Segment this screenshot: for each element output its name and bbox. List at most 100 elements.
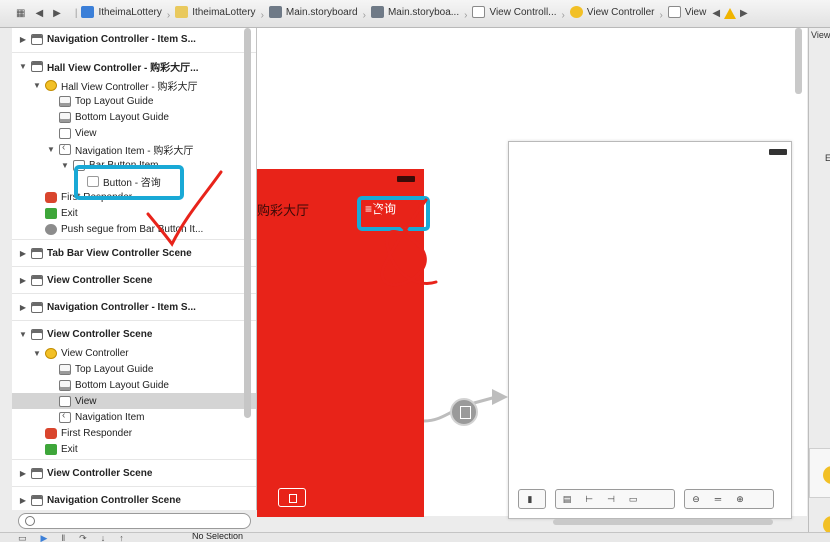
outline-row[interactable]: ▼ Navigation Item - 购彩大厅 [12, 141, 256, 157]
breakpoints-icon[interactable]: ▶ [41, 533, 48, 542]
outline-row[interactable]: ▶ Tab Bar View Controller Scene [12, 242, 256, 264]
outline-row[interactable]: Push segue from Bar Button It... [12, 221, 256, 237]
outline-scroll-thumb[interactable] [244, 28, 251, 418]
outline-row[interactable]: View [12, 125, 256, 141]
view-controller-scene[interactable] [508, 141, 792, 519]
outline-row[interactable]: ▼ Hall View Controller - 购彩大厅... [12, 55, 256, 77]
scene-icon [31, 274, 43, 286]
disclosure-collapsed-icon[interactable]: ▶ [18, 303, 28, 312]
outline-row[interactable]: Bottom Layout Guide [12, 109, 256, 125]
jump-bar-divider: | [74, 8, 78, 19]
library-object-icon[interactable] [823, 516, 830, 532]
outline-row-label: View Controller Scene [47, 467, 153, 479]
outline-row[interactable]: ▼ Bar Button Item [12, 157, 256, 173]
inspector-title: View [811, 30, 830, 40]
canvas-horizontal-scrollbar[interactable] [553, 519, 773, 525]
navigation-item-icon [59, 410, 71, 423]
outline-row[interactable]: ▶ Navigation Controller - Item S... [12, 296, 256, 318]
zoom-in-icon[interactable]: ⊕ [729, 494, 751, 505]
back-arrow-icon[interactable]: ◀ [35, 8, 43, 19]
pin-icon[interactable]: ⊢ [578, 494, 600, 505]
nav-title: 购彩大厅 [257, 203, 310, 218]
outline-scrollbar[interactable] [243, 28, 253, 418]
disclosure-collapsed-icon[interactable]: ▶ [18, 496, 28, 505]
scene-dock-icon[interactable] [278, 488, 306, 507]
previous-issue-icon[interactable]: ◀ [712, 8, 720, 19]
disclosure-expanded-icon[interactable]: ▼ [32, 81, 42, 90]
outline-row[interactable]: First Responder [12, 425, 256, 441]
view-controller-icon [45, 79, 57, 91]
canvas-vertical-scrollbar[interactable] [795, 28, 802, 94]
outline-row-label: Exit [61, 207, 78, 219]
outline-row[interactable]: ▼ View Controller Scene [12, 323, 256, 345]
disclosure-collapsed-icon[interactable]: ▶ [18, 35, 28, 44]
outline-row[interactable]: ▶ Navigation Controller - Item S... [12, 28, 256, 50]
breadcrumb-separator: › [260, 10, 264, 21]
related-items-icon[interactable]: ▦ [16, 8, 25, 19]
outline-row-label: View Controller Scene [47, 274, 153, 286]
align-icon[interactable]: ▤ [556, 494, 578, 505]
breadcrumb-separator: › [464, 10, 468, 21]
next-issue-icon[interactable]: ▶ [740, 8, 748, 19]
breadcrumb-item[interactable]: View [667, 6, 706, 18]
breadcrumb-item[interactable]: Main.storyboa... [370, 6, 459, 18]
resizing-icon[interactable]: ▭ [622, 494, 644, 505]
disclosure-collapsed-icon[interactable]: ▶ [18, 249, 28, 258]
outline-row[interactable]: ▼ View Controller [12, 345, 256, 361]
step-over-icon[interactable]: ↷ [79, 533, 87, 542]
consult-bar-button[interactable]: ≡咨询 [365, 200, 396, 217]
disclosure-collapsed-icon[interactable]: ▶ [18, 469, 28, 478]
zoom-fit-icon[interactable]: ═ [707, 494, 729, 504]
outline-row[interactable]: View [12, 393, 256, 409]
hall-view-controller-scene[interactable]: 购彩大厅 ≡咨询 [257, 169, 424, 517]
simulated-metrics-icon[interactable]: ▮ [519, 494, 541, 505]
breadcrumb-item[interactable]: ItheimaLottery [81, 6, 162, 18]
outline-row[interactable]: Exit [12, 205, 256, 221]
step-in-icon[interactable]: ↓ [101, 533, 106, 542]
outline-row[interactable]: Navigation Item [12, 409, 256, 425]
scene-icon [31, 467, 43, 479]
outline-row[interactable]: Top Layout Guide [12, 93, 256, 109]
outline-row-label: Navigation Item [75, 411, 145, 423]
project-icon [81, 6, 95, 18]
disclosure-expanded-icon[interactable]: ▼ [18, 330, 28, 339]
pause-icon[interactable]: ‖ [61, 533, 65, 542]
breadcrumb-item[interactable]: ItheimaLottery [175, 6, 256, 18]
zoom-out-icon[interactable]: ⊖ [685, 494, 707, 505]
outline-row[interactable]: ▶ Navigation Controller Scene [12, 489, 256, 511]
jump-bar-right-controls: ◀ ▶ [712, 8, 748, 19]
warning-icon[interactable] [724, 8, 737, 19]
show-navigator-icon[interactable]: ▭ [18, 533, 27, 542]
scene-icon [31, 247, 43, 259]
breadcrumb-item[interactable]: Main.storyboard [268, 6, 358, 18]
outline-row[interactable]: Bottom Layout Guide [12, 377, 256, 393]
scene-divider [12, 266, 256, 267]
outline-row[interactable]: ▶ View Controller Scene [12, 462, 256, 484]
disclosure-collapsed-icon[interactable]: ▶ [18, 276, 28, 285]
outline-row[interactable]: ▼ Hall View Controller - 购彩大厅 [12, 77, 256, 93]
scene-divider [12, 293, 256, 294]
breadcrumb-item[interactable]: View Controller [569, 6, 655, 18]
forward-arrow-icon[interactable]: ▶ [53, 8, 61, 19]
disclosure-expanded-icon[interactable]: ▼ [32, 349, 42, 358]
outline-row[interactable]: ▶ View Controller Scene [12, 269, 256, 291]
resolve-icon[interactable]: ⊣ [600, 494, 622, 505]
disclosure-expanded-icon[interactable]: ▼ [18, 62, 28, 71]
breadcrumb-label: ItheimaLottery [98, 6, 162, 18]
segue-icon[interactable] [450, 398, 478, 426]
view-controller-icon [45, 347, 57, 359]
breadcrumb-item[interactable]: View Controll... [472, 6, 557, 18]
status-bar: ▭ ▶ ‖ ↷ ↓ ↑ No Selection [0, 532, 830, 542]
outline-row[interactable]: First Responder [12, 189, 256, 205]
disclosure-expanded-icon[interactable]: ▼ [46, 145, 56, 154]
outline-filter-field[interactable] [18, 513, 251, 529]
battery-icon [397, 176, 415, 182]
outline-filter-bar [12, 510, 257, 532]
breadcrumb-label: Main.storyboard [285, 6, 358, 18]
disclosure-expanded-icon[interactable]: ▼ [60, 161, 70, 170]
outline-row[interactable]: Exit [12, 441, 256, 457]
outline-row[interactable]: Top Layout Guide [12, 361, 256, 377]
view-icon [667, 6, 681, 18]
step-out-icon[interactable]: ↑ [119, 533, 124, 542]
outline-row[interactable]: Button - 咨询 [12, 173, 256, 189]
